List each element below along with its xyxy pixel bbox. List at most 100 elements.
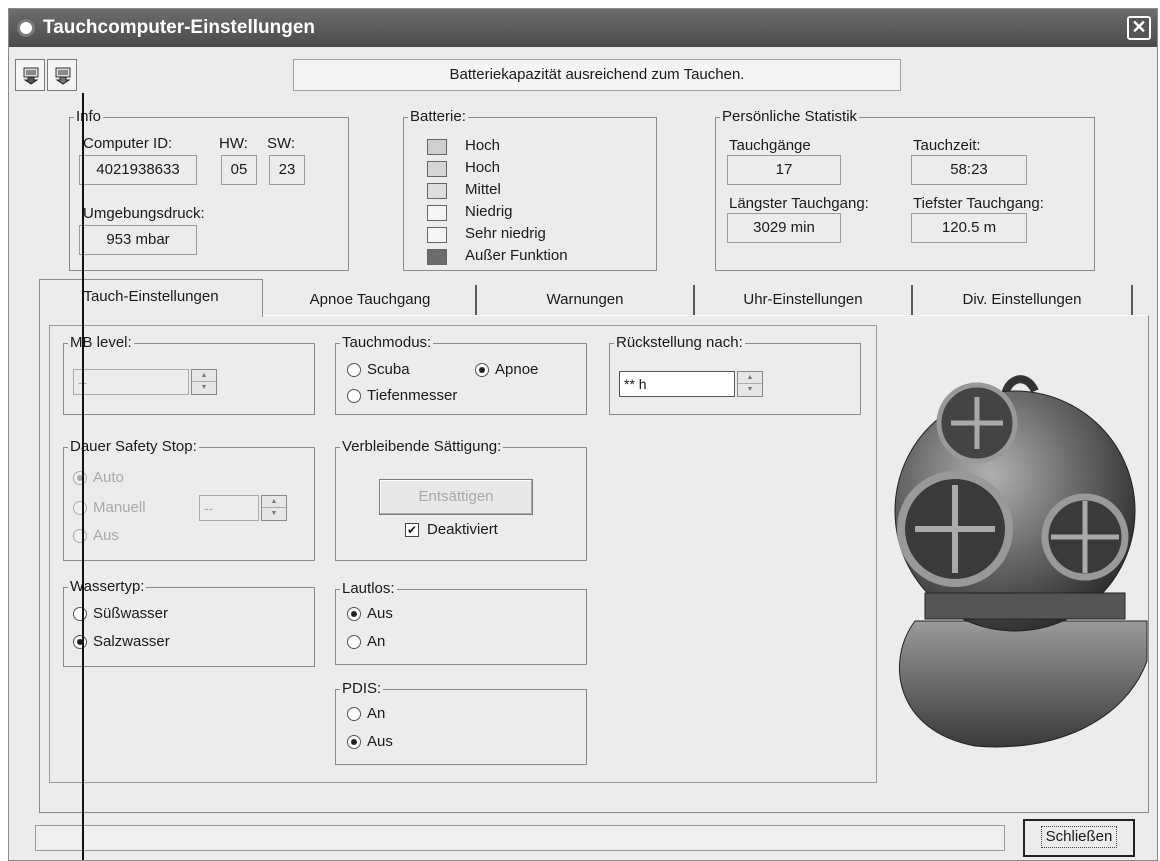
title-bar: Tauchcomputer-Einstellungen ✕ [9,9,1157,47]
up-arrow-icon: ▲ [262,496,286,508]
safety-stop-auto-label: Auto [93,469,124,486]
computer-id-label: Computer ID: [83,135,173,152]
safety-stop-manual-label: Manuell [93,499,146,516]
silent-on-radio[interactable] [347,635,361,649]
close-button[interactable]: Schließen [1023,819,1135,857]
mb-level-input[interactable]: -- [73,369,189,395]
battery-level-swatch [427,205,447,221]
silent-off-label: Aus [367,605,393,622]
pressure-label: Umgebungsdruck: [83,205,205,222]
down-arrow-icon: ▼ [270,510,278,517]
app-icon [17,19,35,37]
safety-stop-off-label: Aus [93,527,119,544]
download-button[interactable] [15,59,45,91]
down-arrow-icon: ▼ [746,386,754,393]
battery-level-swatch [427,183,447,199]
deactivated-label: Deaktiviert [427,521,498,538]
reset-hours-stepper[interactable]: ▲ ▼ [737,371,763,397]
deactivated-checkbox[interactable]: ✔ [405,523,419,537]
depth-gauge-label: Tiefenmesser [367,387,458,404]
apnoe-label: Apnoe [495,361,539,378]
pdis-group: PDIS: [335,680,587,765]
safety-stop-off-radio[interactable] [73,529,87,543]
freshwater-label: Süßwasser [93,605,169,622]
safety-stop-title: Dauer Safety Stop: [68,438,199,456]
battery-level-label: Mittel [465,181,501,198]
reset-after-title: Rückstellung nach: [614,334,745,352]
up-arrow-icon: ▲ [192,370,216,382]
silent-group: Lautlos: [335,580,587,665]
tab-warnungen[interactable]: Warnungen [477,285,695,315]
settings-window: Tauchcomputer-Einstellungen ✕ Batterieka… [8,8,1158,861]
sw-field: 23 [269,155,305,185]
desaturation-title: Verbleibende Sättigung: [340,438,504,456]
window-title: Tauchcomputer-Einstellungen [43,17,316,38]
tab-div-einstellungen[interactable]: Div. Einstellungen [913,285,1133,315]
info-group-title: Info [74,108,104,126]
battery-level-swatch [427,227,447,243]
tab-tauch-einstellungen[interactable]: Tauch-Einstellungen [39,279,263,317]
hw-label: HW: [219,135,248,152]
pdis-off-radio[interactable] [347,735,361,749]
download-to-computer-icon [23,67,39,85]
pdis-title: PDIS: [340,680,384,698]
pdis-on-label: An [367,705,386,722]
mb-level-title: MB level: [68,334,134,352]
status-bar [35,825,1005,851]
longest-dive-field: 3029 min [727,213,841,243]
dives-label: Tauchgänge [729,137,811,154]
scuba-label: Scuba [367,361,410,378]
battery-level-label: Niedrig [465,203,513,220]
tab-apnoe-tauchgang[interactable]: Apnoe Tauchgang [265,285,477,315]
vertical-guide-line [82,93,84,860]
pressure-field: 953 mbar [79,225,197,255]
battery-level-label: Hoch [465,137,501,154]
close-button-label: Schließen [1040,826,1118,848]
silent-on-label: An [367,633,386,650]
water-type-title: Wassertyp: [68,578,147,596]
battery-level-label: Sehr niedrig [465,225,546,242]
divetime-field: 58:23 [911,155,1027,185]
longest-dive-label: Längster Tauchgang: [729,195,869,212]
freshwater-radio[interactable] [73,607,87,621]
battery-level-swatch [427,139,447,155]
reset-hours-input[interactable]: ** h [619,371,735,397]
safety-stop-minutes-input[interactable]: -- [199,495,259,521]
silent-title: Lautlos: [340,580,397,598]
silent-off-radio[interactable] [347,607,361,621]
dive-mode-title: Tauchmodus: [340,334,434,352]
battery-level-swatch [427,249,447,265]
status-message: Batteriekapazität ausreichend zum Tauche… [293,59,901,91]
safety-stop-manual-radio[interactable] [73,501,87,515]
down-arrow-icon: ▼ [200,384,208,391]
desaturate-button[interactable]: Entsättigen [379,479,533,515]
close-window-button[interactable]: ✕ [1127,16,1151,40]
saltwater-radio[interactable] [73,635,87,649]
computer-id-field: 4021938633 [79,155,197,185]
sw-label: SW: [267,135,296,152]
divetime-label: Tauchzeit: [913,137,981,154]
pdis-on-radio[interactable] [347,707,361,721]
battery-level-swatch [427,161,447,177]
up-arrow-icon: ▲ [738,372,762,384]
depth-gauge-radio[interactable] [347,389,361,403]
stats-group-title: Persönliche Statistik [720,108,860,126]
mb-level-stepper[interactable]: ▲ ▼ [191,369,217,395]
battery-level-label: Außer Funktion [465,247,568,264]
saltwater-label: Salzwasser [93,633,170,650]
hw-field: 05 [221,155,257,185]
water-type-group: Wassertyp: [63,578,315,667]
scuba-radio[interactable] [347,363,361,377]
battery-level-label: Hoch [465,159,501,176]
pdis-off-label: Aus [367,733,393,750]
safety-stop-auto-radio[interactable] [73,471,87,485]
apnoe-radio[interactable] [475,363,489,377]
deepest-dive-label: Tiefster Tauchgang: [913,195,1044,212]
upload-to-device-icon [55,67,71,85]
tab-uhr-einstellungen[interactable]: Uhr-Einstellungen [695,285,913,315]
upload-button[interactable] [47,59,77,91]
battery-group-title: Batterie: [408,108,468,126]
dives-field: 17 [727,155,841,185]
safety-stop-stepper[interactable]: ▲ ▼ [261,495,287,521]
diving-helmet-image [894,375,1148,748]
